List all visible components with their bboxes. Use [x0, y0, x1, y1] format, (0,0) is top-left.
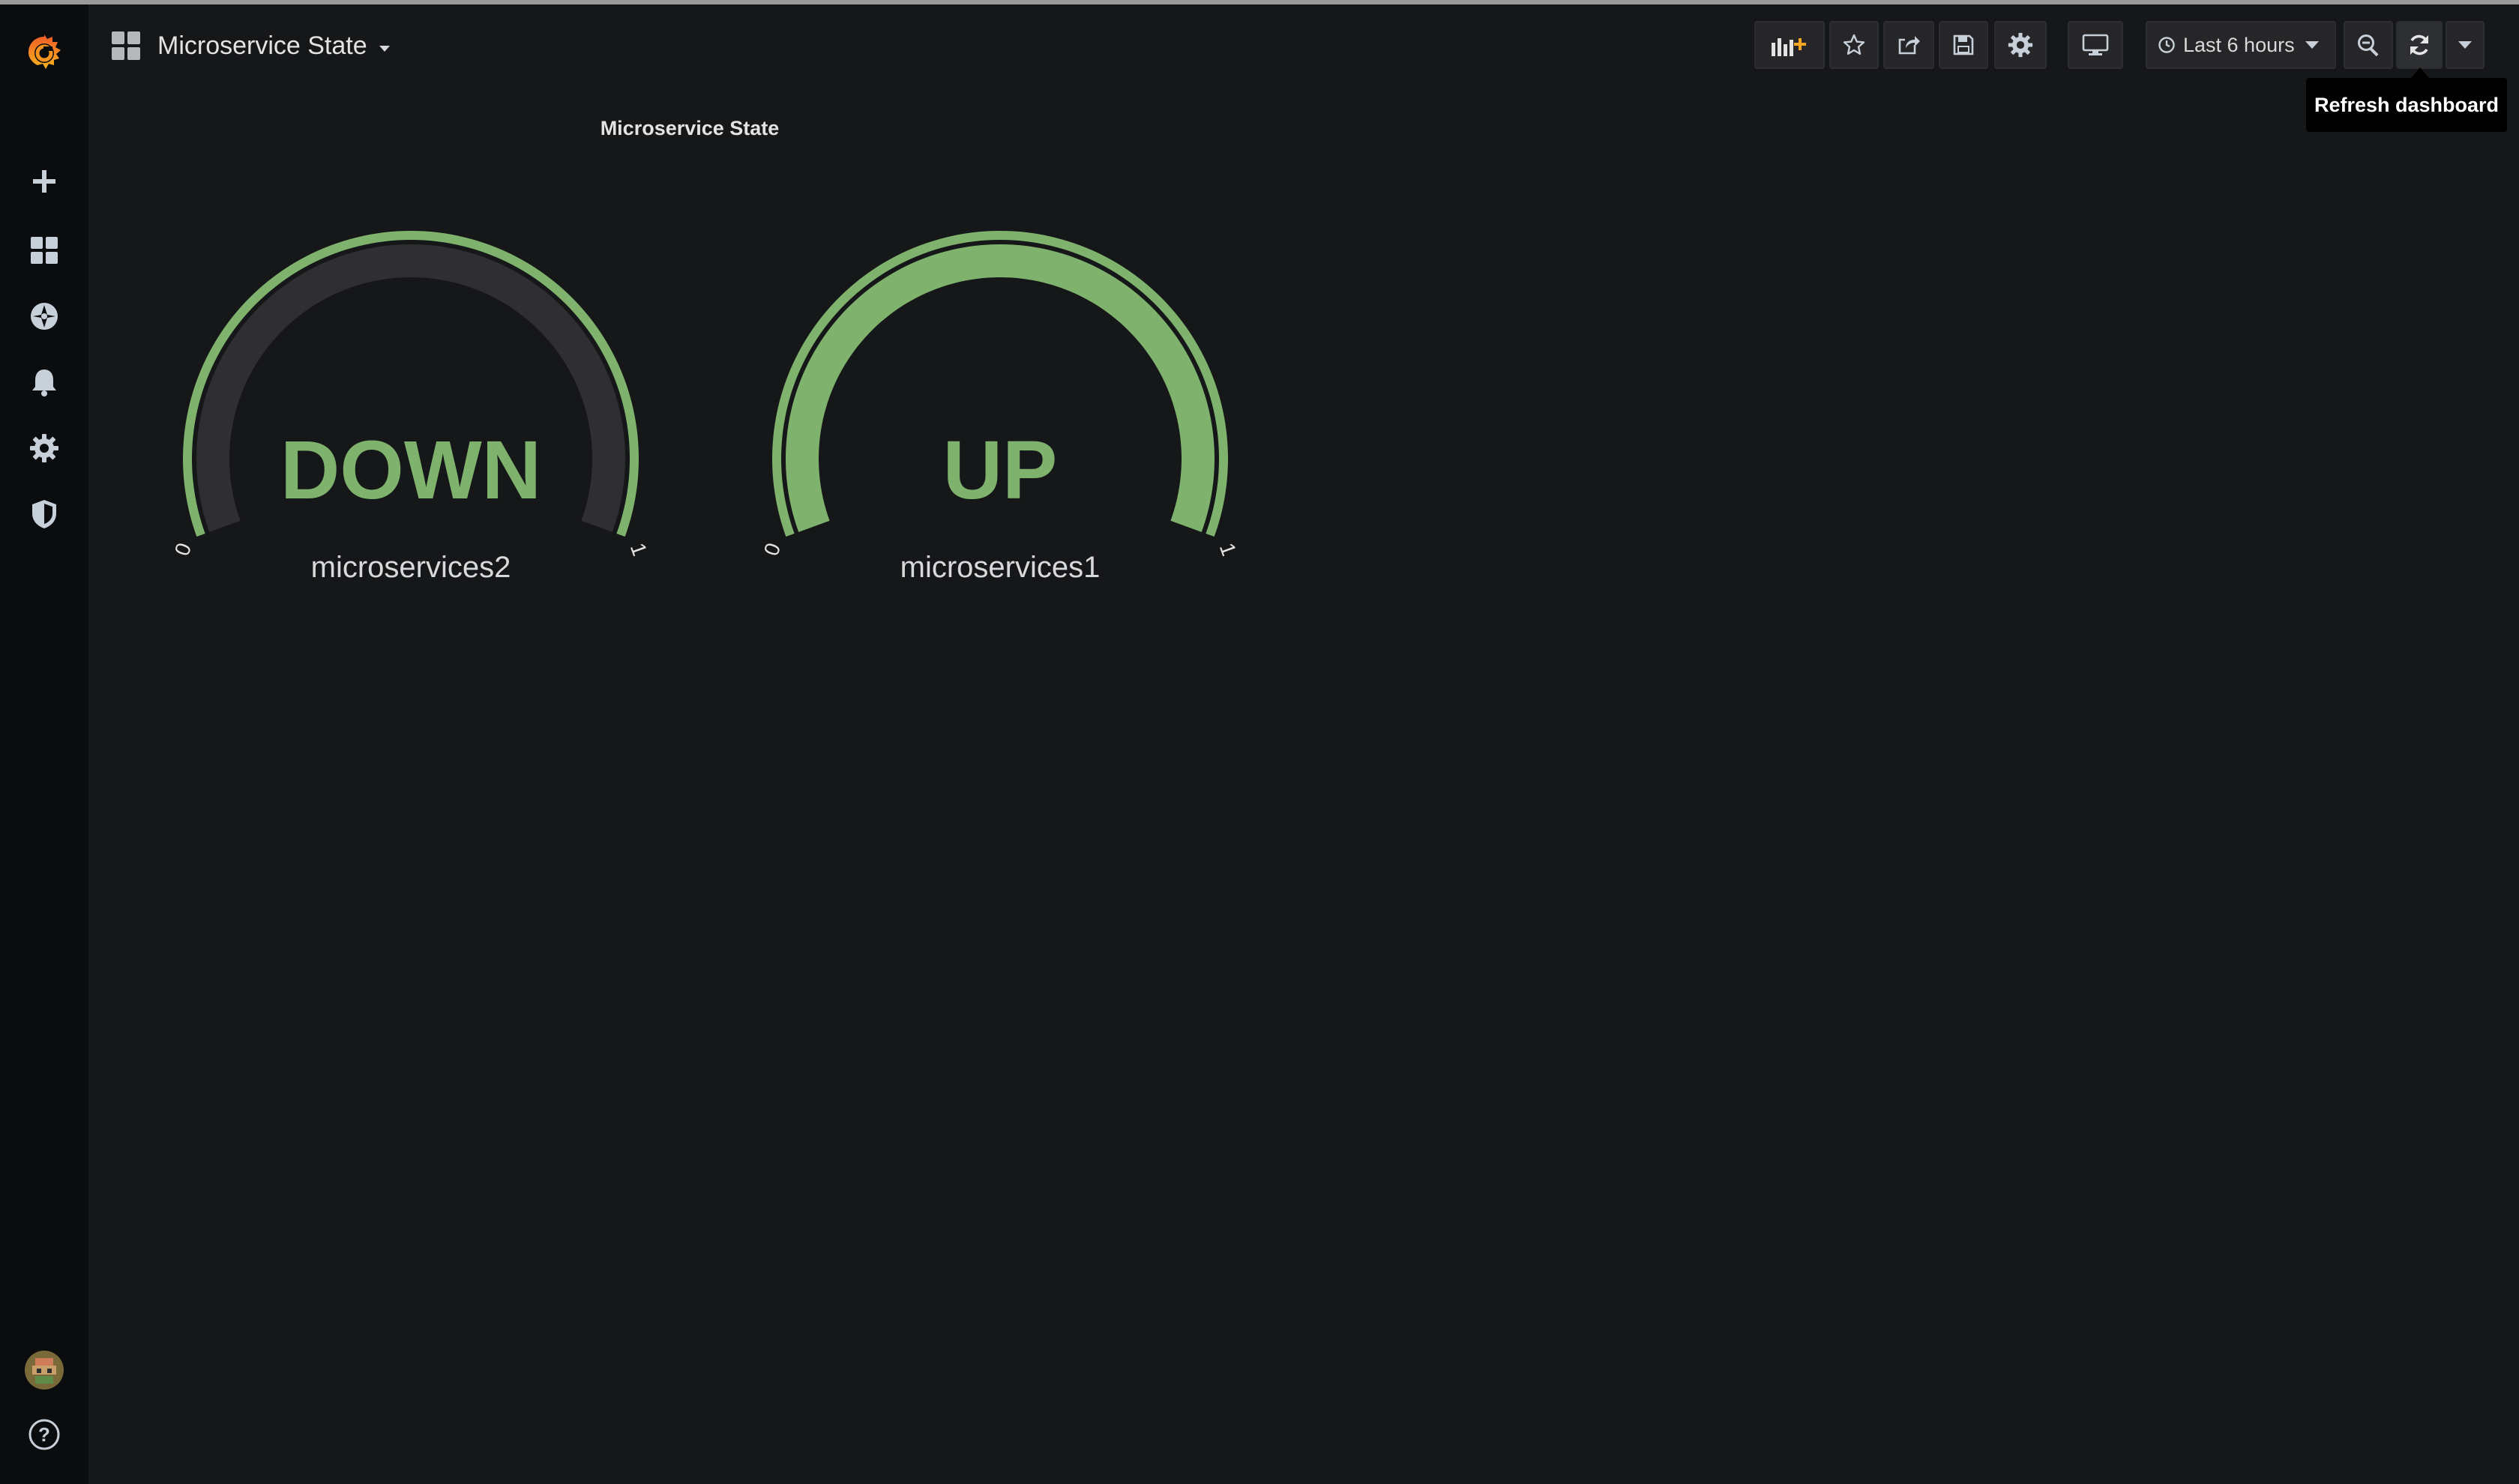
gauge-value-text: UP: [943, 424, 1058, 516]
clock-icon: [2158, 37, 2175, 53]
tooltip-arrow: [2411, 67, 2429, 78]
gauge-min-label: 0: [759, 540, 785, 558]
share-icon: [1898, 36, 1920, 55]
refresh-tooltip: Refresh dashboard: [2306, 78, 2507, 132]
save-button[interactable]: [1939, 21, 1988, 69]
settings-button[interactable]: [1994, 21, 2047, 69]
gauge-value-text: DOWN: [280, 424, 541, 516]
save-icon: [1953, 34, 1974, 55]
gauge-max-label: 1: [626, 540, 651, 558]
avatar[interactable]: [0, 1340, 88, 1400]
time-range-label: Last 6 hours: [2183, 33, 2295, 56]
gauge-series-label: microservices1: [900, 551, 1101, 584]
refresh-interval-dropdown[interactable]: [2446, 21, 2485, 69]
share-button[interactable]: [1883, 21, 1934, 69]
gauge-microservices2: DOWN microservices2 0 1: [170, 231, 651, 584]
zoom-out-button[interactable]: [2344, 21, 2393, 69]
refresh-button[interactable]: [2396, 21, 2443, 69]
add-panel-icon: [1772, 38, 1806, 56]
settings-gear-icon: [2008, 32, 2033, 58]
add-panel-button[interactable]: [1754, 21, 1825, 69]
star-icon: [1843, 34, 1865, 55]
svg-text:?: ?: [38, 1423, 50, 1446]
chevron-down-icon: [2305, 41, 2319, 49]
gauge-microservices1: UP microservices1 0 1: [759, 230, 1241, 584]
tv-mode-icon: [2082, 34, 2109, 55]
gauge-panel: DOWN microservices2 0 1 UP microservices1 0 1: [170, 230, 1241, 584]
gauge-max-label: 1: [1215, 540, 1241, 558]
star-button[interactable]: [1829, 21, 1879, 69]
zoom-out-icon: [2358, 34, 2379, 57]
gauge-min-label: 0: [170, 540, 196, 558]
refresh-icon: [2410, 34, 2428, 55]
help-icon[interactable]: ?: [0, 1405, 88, 1465]
tv-mode-button[interactable]: [2068, 21, 2123, 69]
grafana-app: ? Microservice State Last 6 hours Refres…: [0, 0, 2519, 1484]
gauge-series-label: microservices2: [311, 551, 511, 584]
time-range-picker[interactable]: Last 6 hours: [2146, 21, 2336, 69]
chevron-down-icon: [2458, 41, 2472, 49]
